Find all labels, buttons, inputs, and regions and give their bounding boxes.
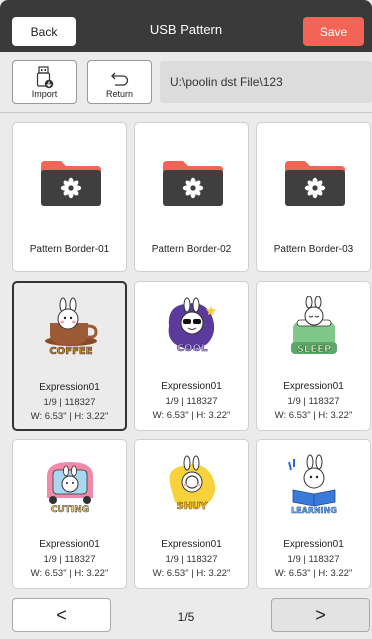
header-bar: Back USB Pattern Save xyxy=(0,0,372,52)
design-name: Expression01 xyxy=(39,539,100,550)
next-page-button[interactable]: > xyxy=(271,598,370,632)
coffee-bunny-design: COFFEE xyxy=(45,297,98,357)
back-button[interactable]: Back xyxy=(12,17,76,46)
design-stats: 1/9 | 118327 xyxy=(165,396,218,407)
sleep-bunny-design: SLEEP xyxy=(291,296,337,355)
design-size: W: 6.53" | H: 3.22" xyxy=(152,410,231,421)
design-stitches: 118327 xyxy=(64,554,96,565)
design-caption: LEARNING xyxy=(291,506,337,515)
design-card[interactable]: SHUY Expression01 1/9 | 118327 W: 6.53" … xyxy=(134,439,249,589)
design-name: Expression01 xyxy=(283,381,344,392)
design-stitches: 118327 xyxy=(308,396,340,407)
folder-name: Pattern Border-02 xyxy=(151,244,232,255)
return-label: Return xyxy=(105,89,133,99)
return-arrow-icon xyxy=(110,72,128,86)
design-count: 1/9 xyxy=(287,396,301,407)
design-count: 1/9 xyxy=(43,397,57,408)
import-button[interactable]: Import xyxy=(12,60,77,104)
design-caption: SHUY xyxy=(177,501,209,512)
design-count: 1/9 xyxy=(165,554,179,565)
design-stitches: 118327 xyxy=(186,554,218,565)
design-caption: SLEEP xyxy=(297,344,332,355)
cool-bunny-design: COOL xyxy=(168,297,216,354)
toolbar: Import Return U:\poolin dst File\123 xyxy=(0,52,372,112)
page-indicator: 1/5 xyxy=(177,610,195,624)
folder-flower-icon xyxy=(41,161,101,206)
design-card[interactable]: LEARNING Expression01 1/9 | 118327 W: 6.… xyxy=(256,439,371,589)
folder-flower-icon xyxy=(285,161,345,206)
chevron-left-icon: < xyxy=(56,604,67,625)
folder-card[interactable]: Pattern Border-03 xyxy=(256,122,371,272)
folder-card[interactable]: Pattern Border-02 xyxy=(134,122,249,272)
import-label: Import xyxy=(31,89,58,99)
design-stats: 1/9 | 118327 xyxy=(287,396,340,407)
design-card[interactable]: CUTING Expression01 1/9 | 118327 W: 6.53… xyxy=(12,439,127,589)
design-name: Expression01 xyxy=(39,382,100,393)
design-name: Expression01 xyxy=(161,539,222,550)
design-name: Expression01 xyxy=(161,381,222,392)
design-caption: COOL xyxy=(177,343,208,354)
folder-flower-icon xyxy=(163,161,223,206)
design-stats: 1/9 | 118327 xyxy=(43,397,96,408)
design-count: 1/9 xyxy=(287,554,301,565)
design-size: W: 6.53" | H: 3.22" xyxy=(274,410,353,421)
design-size: W: 6.53" | H: 3.22" xyxy=(274,568,353,579)
design-stitches: 118327 xyxy=(64,397,96,408)
cutting-bunny-design: CUTING xyxy=(47,462,93,515)
folder-name: Pattern Border-01 xyxy=(29,244,110,255)
design-size: W: 6.53" | H: 3.22" xyxy=(30,568,109,579)
design-card[interactable]: COOL Expression01 1/9 | 118327 W: 6.53" … xyxy=(134,281,249,431)
pagination: < 1/5 > xyxy=(0,593,372,639)
design-stitches: 118327 xyxy=(308,554,340,565)
folder-name: Pattern Border-03 xyxy=(273,244,354,255)
design-count: 1/9 xyxy=(43,554,57,565)
design-stats: 1/9 | 118327 xyxy=(287,554,340,565)
design-stats: 1/9 | 118327 xyxy=(165,554,218,565)
usb-import-icon xyxy=(36,66,53,89)
pattern-grid: Pattern Border-01 Pattern Border-02 Patt… xyxy=(0,113,372,593)
design-caption: CUTING xyxy=(51,505,89,515)
design-count: 1/9 xyxy=(165,396,179,407)
design-size: W: 6.53" | H: 3.22" xyxy=(152,568,231,579)
design-size: W: 6.53" | H: 3.22" xyxy=(30,411,109,422)
design-name: Expression01 xyxy=(283,539,344,550)
design-stats: 1/9 | 118327 xyxy=(43,554,96,565)
prev-page-button[interactable]: < xyxy=(12,598,111,632)
design-stitches: 118327 xyxy=(186,396,218,407)
learning-bunny-design: LEARNING xyxy=(288,454,337,515)
folder-card[interactable]: Pattern Border-01 xyxy=(12,122,127,272)
design-card[interactable]: SLEEP Expression01 1/9 | 118327 W: 6.53"… xyxy=(256,281,371,431)
path-display: U:\poolin dst File\123 xyxy=(160,61,372,103)
chevron-right-icon: > xyxy=(315,604,326,625)
save-button[interactable]: Save xyxy=(303,17,364,46)
page-title: USB Pattern xyxy=(149,22,223,37)
shy-bunny-design: SHUY xyxy=(169,455,216,512)
design-caption: COFFEE xyxy=(49,346,92,357)
design-card[interactable]: COFFEE Expression01 1/9 | 118327 W: 6.53… xyxy=(12,281,127,431)
return-button[interactable]: Return xyxy=(87,60,152,104)
